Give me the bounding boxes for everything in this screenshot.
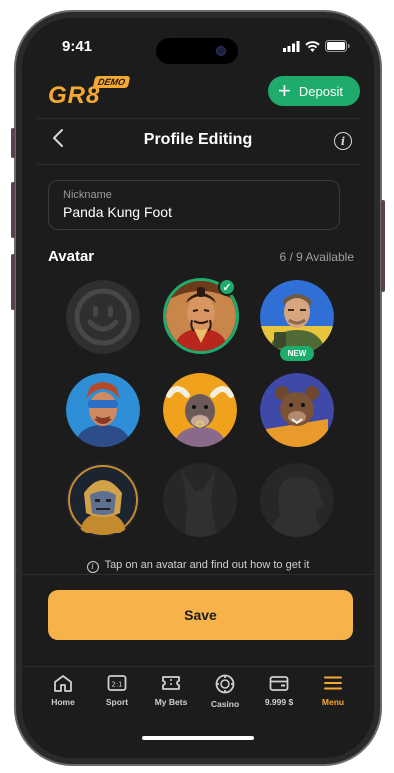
sport-icon: 2:1 [107, 675, 127, 691]
avatar-masked-hero[interactable] [66, 373, 140, 447]
home-indicator[interactable] [142, 736, 254, 740]
avatar-soldier[interactable] [260, 280, 334, 354]
nav-item-my-bets[interactable]: My Bets [144, 674, 198, 709]
header-divider [36, 118, 360, 119]
nav-label-home: Home [51, 697, 75, 707]
volume-up-button [11, 182, 15, 238]
info-icon: i [86, 561, 99, 573]
status-icons [283, 40, 350, 52]
avatar-armored-titan[interactable] [66, 463, 140, 537]
app-screen: 9:41 GR8 DEMO + Deposit Profile Editing … [22, 18, 374, 758]
nav-label-menu: Menu [321, 697, 345, 707]
nav-label-balance: 9.999 $ [264, 697, 294, 707]
new-badge: NEW [280, 346, 314, 361]
ticket-icon [162, 676, 180, 690]
deposit-label: Deposit [298, 83, 343, 99]
wallet-icon [269, 676, 289, 691]
svg-text:2:1: 2:1 [111, 681, 122, 689]
nickname-field[interactable]: Nickname Panda Kung Foot [48, 180, 340, 230]
avatar-bear-warrior[interactable] [260, 373, 334, 447]
avatar-hint-text: Tap on an avatar and find out how to get… [104, 559, 310, 571]
avatar-hint: i Tap on an avatar and find out how to ge… [22, 559, 374, 573]
power-button [381, 200, 385, 292]
casino-chip-icon [215, 674, 235, 694]
demo-badge: DEMO [92, 76, 131, 88]
status-time: 9:41 [62, 38, 93, 55]
avatar-bull-warrior[interactable] [163, 373, 237, 447]
nav-item-balance[interactable]: 9.999 $ [252, 674, 306, 709]
wifi-icon [305, 40, 320, 52]
nav-item-casino[interactable]: Casino [198, 674, 252, 709]
volume-down-button [11, 254, 15, 310]
avatar-locked-creature[interactable] [260, 463, 334, 537]
avatar-available-count: 6 / 9 Available [279, 250, 354, 264]
selected-check-icon: ✓ [218, 278, 236, 296]
hint-divider [22, 574, 374, 575]
info-button[interactable]: i [334, 132, 352, 150]
nav-label-casino: Casino [210, 699, 240, 709]
dynamic-island [156, 38, 238, 64]
nav-item-sport[interactable]: 2:1 Sport [90, 674, 144, 709]
avatar-smiley-default[interactable] [66, 280, 140, 354]
home-icon [54, 675, 72, 692]
avatar-section-title: Avatar [48, 248, 95, 265]
avatar-locked-fox[interactable] [163, 463, 237, 537]
plus-icon: + [278, 78, 291, 103]
nickname-label: Nickname [63, 189, 112, 201]
silent-switch [11, 128, 15, 158]
nav-label-my-bets: My Bets [154, 697, 188, 707]
camera-icon [216, 46, 226, 56]
signal-icon [283, 40, 300, 52]
nickname-value[interactable]: Panda Kung Foot [63, 204, 325, 220]
nav-item-menu[interactable]: Menu [306, 674, 360, 709]
title-divider [36, 164, 360, 165]
nav-label-sport: Sport [105, 697, 129, 707]
menu-icon [324, 676, 342, 690]
page-title: Profile Editing [143, 131, 253, 148]
nav-divider [22, 666, 374, 667]
battery-icon [325, 40, 350, 52]
save-button[interactable]: Save [48, 590, 353, 640]
info-icon: i [340, 134, 346, 148]
bottom-nav: Home 2:1 Sport My Bets Casino 9.999 $ Me… [36, 674, 360, 709]
deposit-button[interactable]: + Deposit [268, 76, 360, 106]
nav-item-home[interactable]: Home [36, 674, 90, 709]
